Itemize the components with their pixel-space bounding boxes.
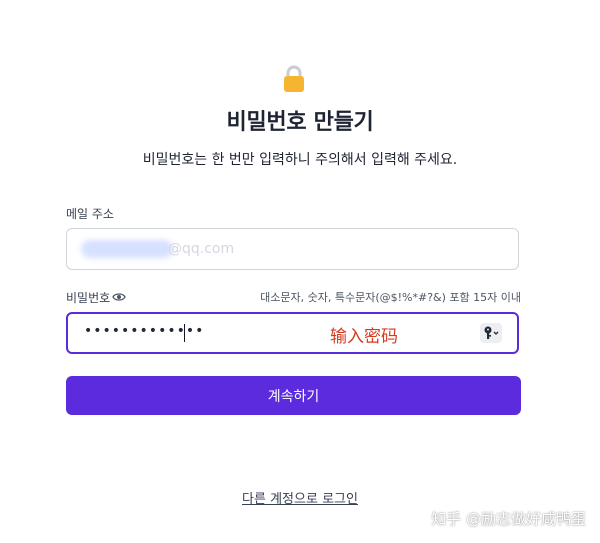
redaction-blur <box>81 240 173 258</box>
email-label: 메일 주소 <box>66 207 114 221</box>
continue-button[interactable]: 계속하기 <box>66 376 521 415</box>
lock-icon <box>284 65 304 92</box>
other-account-login-link[interactable]: 다른 계정으로 로그인 <box>0 488 600 507</box>
key-icon <box>484 326 499 339</box>
text-caret <box>184 324 185 342</box>
password-hint: 대소문자, 숫자, 특수문자(@$!%*#?&) 포함 15자 이내 <box>260 291 521 304</box>
email-field[interactable]: @qq.com <box>66 228 519 270</box>
annotation-text: 输入密码 <box>330 327 398 347</box>
password-value: ••••••••••••• <box>84 323 205 339</box>
password-label-row: 비밀번호 대소문자, 숫자, 특수문자(@$!%*#?&) 포함 15자 이내 <box>66 289 521 305</box>
page-subtitle: 비밀번호는 한 번만 입력하니 주의해서 입력해 주세요. <box>142 152 458 168</box>
eye-icon[interactable] <box>112 291 126 303</box>
password-label: 비밀번호 <box>66 291 111 305</box>
password-manager-button[interactable] <box>480 323 502 343</box>
page-title: 비밀번호 만들기 <box>226 110 374 135</box>
watermark: 知乎 @励志做好咸鸭蛋 <box>431 510 586 528</box>
email-value: @qq.com <box>168 241 235 257</box>
password-field[interactable]: ••••••••••••• 输入密码 <box>66 312 519 354</box>
